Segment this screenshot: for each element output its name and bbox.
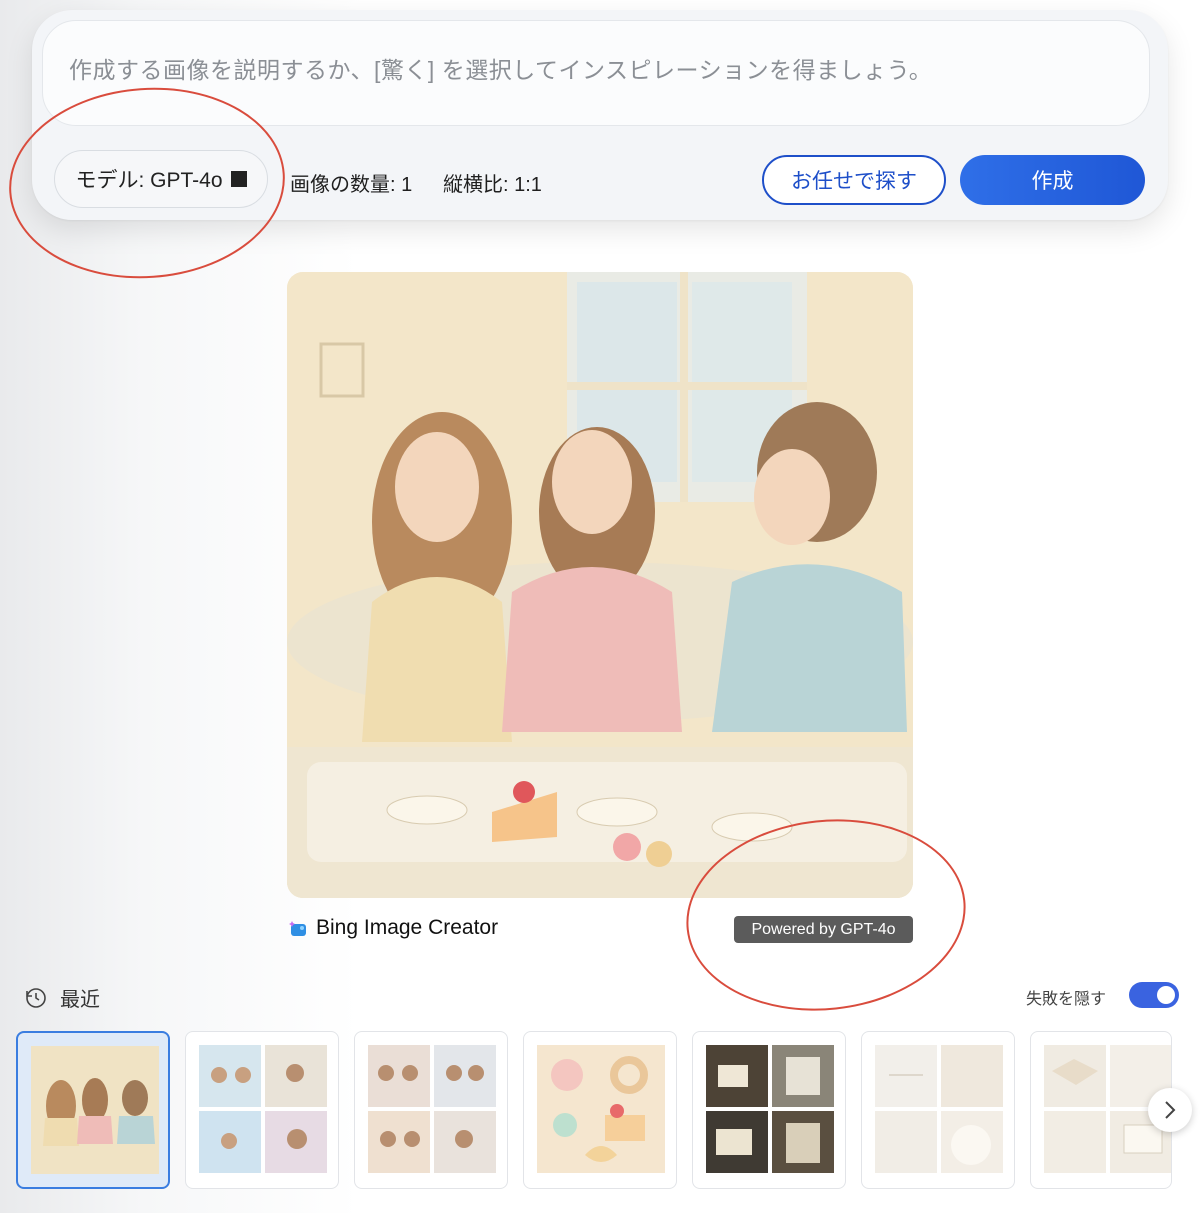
hide-failed-toggle[interactable]	[1129, 982, 1179, 1008]
history-thumbnail[interactable]	[185, 1031, 339, 1189]
surprise-me-button[interactable]: お任せで探す	[762, 155, 946, 205]
aspect-ratio-option[interactable]: 縦横比: 1:1	[443, 168, 542, 197]
history-thumbnail[interactable]	[16, 1031, 170, 1189]
hide-failed-label: 失敗を隠す	[1026, 991, 1107, 1008]
brand-label: Bing Image Creator	[288, 916, 498, 940]
history-icon	[26, 987, 46, 1008]
history-thumbnail[interactable]	[692, 1031, 846, 1189]
recent-label: 最近	[60, 989, 100, 1011]
image-count-option[interactable]: 画像の数量: 1	[290, 168, 412, 197]
toggle-knob	[1157, 986, 1175, 1004]
image-creator-icon	[289, 921, 306, 936]
prompt-placeholder: 作成する画像を説明するか、[驚く] を選択してインスピレーションを得ましょう。	[69, 57, 933, 83]
history-thumbnail[interactable]	[523, 1031, 677, 1189]
chevron-right-icon	[1165, 1101, 1176, 1119]
next-arrow-button[interactable]	[1148, 1088, 1192, 1132]
history-thumbnail[interactable]	[354, 1031, 508, 1189]
brand-text: Bing Image Creator	[316, 916, 499, 939]
create-button[interactable]: 作成	[960, 155, 1145, 205]
history-thumbnail[interactable]	[861, 1031, 1015, 1189]
generated-image[interactable]	[287, 272, 913, 898]
recent-header: 最近	[24, 983, 100, 1012]
